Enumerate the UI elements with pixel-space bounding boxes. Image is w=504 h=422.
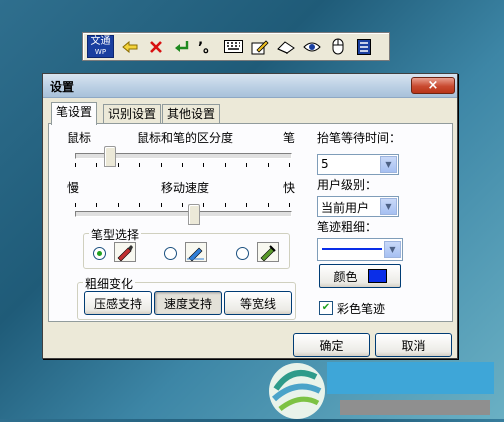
stroke-width-label: 笔迹粗细：: [317, 220, 378, 234]
close-icon: ×: [427, 78, 439, 93]
chevron-down-icon[interactable]: ▼: [380, 198, 397, 215]
slider-tick: [289, 163, 290, 167]
slider-tick: [268, 163, 269, 167]
pressure-support-button[interactable]: 压感支持: [84, 291, 152, 315]
tab-other-settings[interactable]: 其他设置: [162, 104, 221, 124]
speed-support-button[interactable]: 速度支持: [154, 291, 222, 315]
dialog-title: 设置: [50, 80, 75, 94]
slider-tick: [75, 163, 76, 167]
slider-tick: [182, 203, 183, 207]
colorful-stroke-label: 彩色笔迹: [337, 302, 386, 316]
mouse-label: 鼠标: [67, 131, 92, 145]
eye-icon[interactable]: [301, 36, 322, 57]
color-button[interactable]: 颜色: [319, 264, 401, 288]
site-logo-icon: [262, 355, 332, 419]
close-button[interactable]: ×: [411, 77, 455, 94]
pen-type-radio-1[interactable]: [93, 247, 106, 260]
pen-style-1-icon: [114, 242, 136, 262]
menu-icon[interactable]: [353, 36, 374, 57]
speed-slider-thumb[interactable]: [188, 204, 200, 225]
ok-button[interactable]: 确定: [293, 333, 370, 357]
user-level-select[interactable]: 当前用户 ▼: [317, 196, 399, 217]
wait-time-select[interactable]: 5 ▼: [317, 154, 399, 175]
tab-pen-settings[interactable]: 笔设置: [51, 102, 98, 125]
tab-recognition-settings[interactable]: 识别设置: [103, 104, 162, 124]
slow-label: 慢: [67, 181, 80, 195]
slider-tick: [161, 203, 162, 207]
slider-tick: [203, 203, 204, 207]
slider-tick: [182, 163, 183, 167]
pen-type-group: 笔型选择: [83, 226, 290, 269]
speed-label: 移动速度: [161, 181, 210, 195]
mouse-icon[interactable]: [327, 36, 348, 57]
distinction-slider-thumb[interactable]: [104, 146, 116, 167]
thickness-group-title: 粗细变化: [83, 275, 136, 292]
chevron-down-icon[interactable]: ▼: [384, 241, 401, 258]
speed-slider[interactable]: [75, 197, 292, 227]
pen-style-3-icon: [257, 242, 279, 262]
thickness-group: 粗细变化 压感支持 速度支持 等宽线: [77, 275, 296, 320]
distinction-label: 鼠标和笔的区分度: [137, 131, 234, 145]
slider-tick: [268, 203, 269, 207]
slider-tick: [75, 203, 76, 207]
equal-width-button[interactable]: 等宽线: [224, 291, 292, 315]
stroke-width-preview: [322, 248, 382, 250]
slider-tick: [225, 203, 226, 207]
pen-toolbar: 文通 WP ’。: [82, 32, 390, 61]
cancel-button[interactable]: 取消: [375, 333, 452, 357]
punctuation-icon[interactable]: ’。: [197, 36, 218, 57]
keyboard-icon[interactable]: [223, 36, 244, 57]
settings-dialog: 设置 × 笔设置 识别设置 其他设置 鼠标 鼠标和笔的区分度 笔 慢 移动速度 …: [42, 73, 458, 359]
slider-tick: [139, 203, 140, 207]
color-swatch: [367, 269, 387, 283]
distinction-slider[interactable]: [75, 146, 292, 177]
slider-tick: [203, 163, 204, 167]
slider-tick: [96, 163, 97, 167]
slider-tick: [225, 163, 226, 167]
delete-x-icon[interactable]: [145, 36, 166, 57]
slider-tick: [118, 163, 119, 167]
eraser-icon[interactable]: [275, 36, 296, 57]
slider-tick: [161, 163, 162, 167]
pen-type-group-title: 笔型选择: [89, 226, 142, 243]
slider-tick: [246, 203, 247, 207]
enter-icon[interactable]: [171, 36, 192, 57]
stroke-width-select[interactable]: ▼: [317, 238, 403, 261]
pen-type-radio-2[interactable]: [164, 247, 177, 260]
slider-tick: [246, 163, 247, 167]
colorful-stroke-checkbox[interactable]: ✔: [319, 301, 333, 315]
site-url-bar: [340, 400, 490, 415]
user-level-label: 用户级别：: [317, 178, 378, 192]
back-arrow-icon[interactable]: [119, 36, 140, 57]
slider-tick: [289, 203, 290, 207]
fast-label: 快: [283, 181, 296, 195]
slider-tick: [118, 203, 119, 207]
site-banner: [327, 362, 494, 394]
app-logo[interactable]: 文通 WP: [87, 35, 114, 58]
wait-time-label: 抬笔等待时间：: [317, 131, 402, 145]
pen-style-2-icon: [185, 242, 207, 262]
edit-icon[interactable]: [249, 36, 270, 57]
pen-settings-panel: 鼠标 鼠标和笔的区分度 笔 慢 移动速度 快 笔型选择 粗细变化 压感支持 速度…: [48, 123, 453, 322]
pen-type-radio-3[interactable]: [236, 247, 249, 260]
slider-tick: [139, 163, 140, 167]
pen-label: 笔: [283, 131, 296, 145]
chevron-down-icon[interactable]: ▼: [380, 156, 397, 173]
slider-tick: [96, 203, 97, 207]
title-bar[interactable]: 设置 ×: [43, 74, 457, 98]
